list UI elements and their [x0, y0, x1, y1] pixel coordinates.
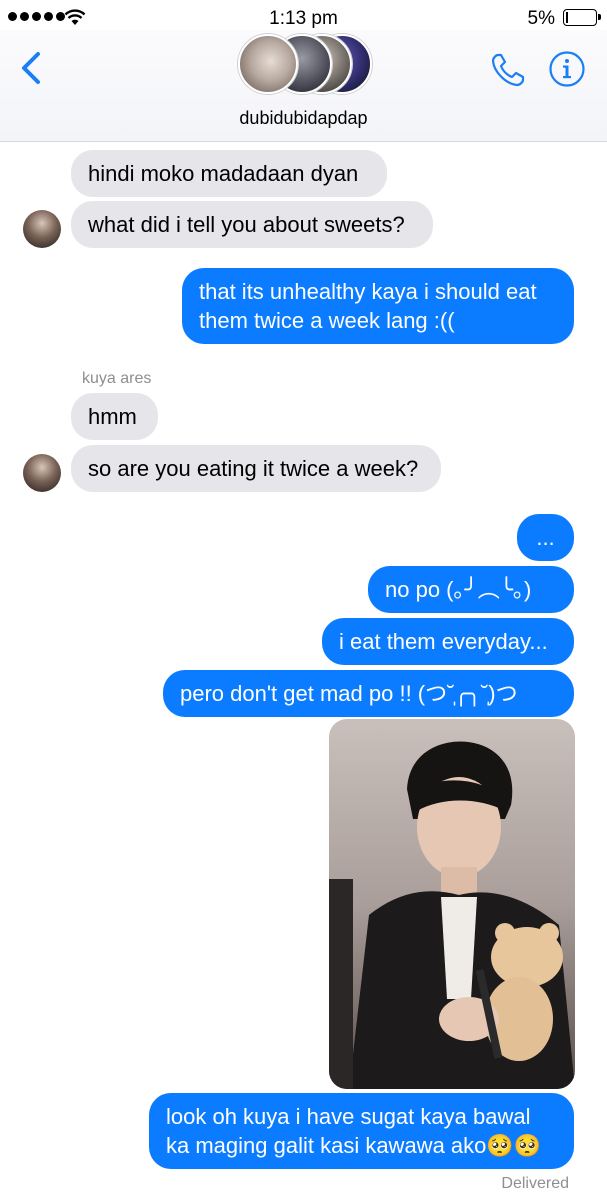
conversation-header: dubidubidapdap — [0, 30, 607, 142]
outgoing-message[interactable]: i eat them everyday... — [322, 618, 574, 665]
outgoing-message[interactable]: look oh kuya i have sugat kaya bawal ka … — [149, 1093, 574, 1169]
battery-percentage: 5% — [527, 8, 555, 29]
sender-avatar[interactable] — [23, 454, 61, 492]
incoming-message[interactable]: what did i tell you about sweets? — [71, 201, 433, 248]
info-icon[interactable] — [548, 50, 586, 88]
outgoing-message[interactable]: pero don't get mad po !! (つ˘̩╭╮˘̩)つ — [163, 670, 574, 717]
incoming-message[interactable]: hmm — [71, 393, 158, 440]
incoming-message[interactable]: hindi moko madadaan dyan — [71, 150, 387, 197]
back-chevron-icon[interactable] — [16, 48, 52, 88]
photo-attachment[interactable] — [329, 719, 575, 1089]
sender-name-label: kuya ares — [82, 370, 152, 387]
group-avatar-stack[interactable] — [238, 34, 372, 96]
avatar — [238, 34, 298, 94]
status-time: 1:13 pm — [269, 8, 338, 29]
outgoing-message[interactable]: no po (｡╯︵╰｡) — [368, 566, 574, 613]
sender-avatar[interactable] — [23, 210, 61, 248]
outgoing-message[interactable]: ... — [517, 514, 574, 561]
outgoing-message[interactable]: that its unhealthy kaya i should eat the… — [182, 268, 574, 344]
incoming-message[interactable]: so are you eating it twice a week? — [71, 445, 441, 492]
delivery-status: Delivered — [501, 1175, 569, 1192]
battery-icon — [563, 9, 601, 26]
phone-icon[interactable] — [488, 50, 528, 90]
contact-name[interactable]: dubidubidapdap — [0, 108, 607, 129]
